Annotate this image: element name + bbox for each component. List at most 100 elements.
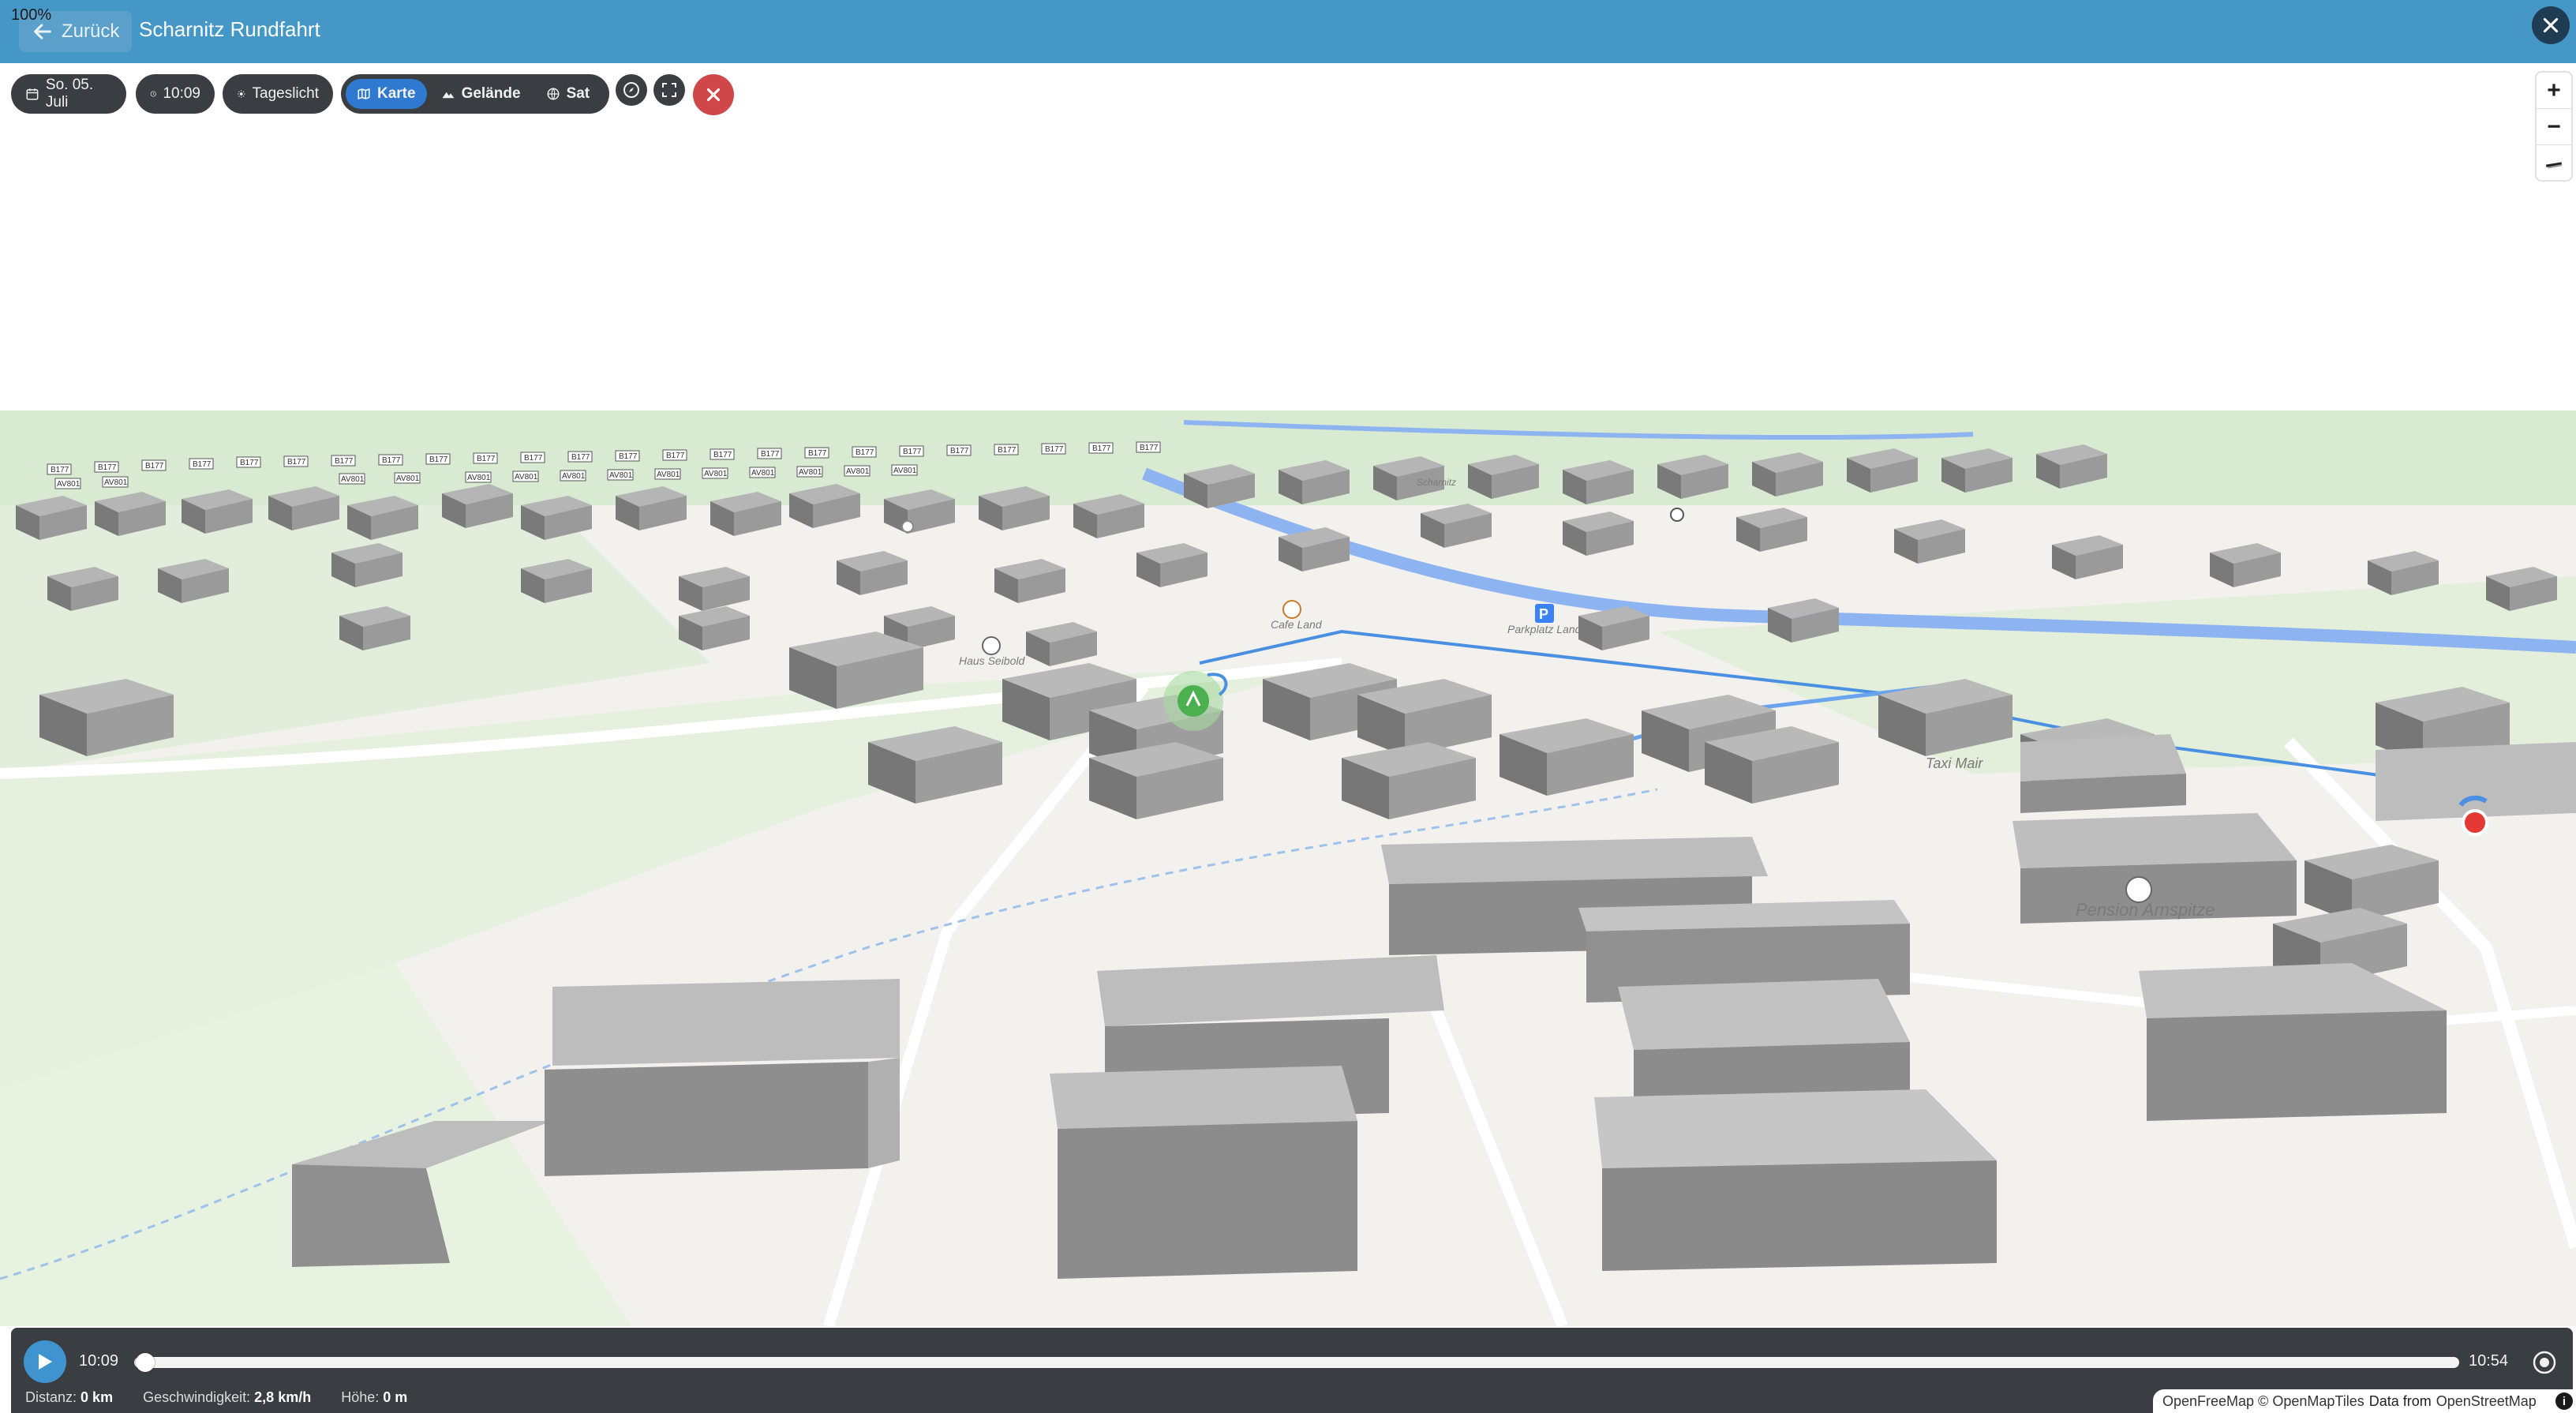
globe-icon <box>547 88 560 100</box>
stop-button[interactable] <box>693 74 734 115</box>
map-attribution: OpenFreeMap © OpenMapTiles Data from Ope… <box>2153 1389 2576 1413</box>
close-button[interactable] <box>2532 6 2570 44</box>
lighting-toggle[interactable]: Tageslicht <box>223 74 333 114</box>
svg-text:B177: B177 <box>1045 445 1064 454</box>
pitch-reset-button[interactable] <box>2537 145 2571 180</box>
svg-text:B177: B177 <box>335 457 354 466</box>
svg-text:B177: B177 <box>666 452 685 460</box>
svg-text:B177: B177 <box>903 448 922 456</box>
svg-text:B177: B177 <box>193 460 212 469</box>
svg-text:AV801: AV801 <box>893 467 917 475</box>
svg-text:B177: B177 <box>429 455 448 464</box>
svg-text:AV801: AV801 <box>396 474 420 483</box>
svg-text:B177: B177 <box>240 459 259 467</box>
date-label: So. 05. Juli <box>45 77 94 111</box>
close-icon <box>706 88 721 102</box>
svg-text:B177: B177 <box>524 454 543 463</box>
svg-text:B177: B177 <box>145 462 164 470</box>
svg-text:Haus Seibold: Haus Seibold <box>959 654 1025 667</box>
fullscreen-button[interactable] <box>653 74 685 106</box>
back-button-label: Zurück <box>62 21 120 42</box>
svg-text:B177: B177 <box>619 452 638 461</box>
attribution-data-from: Data from <box>2368 1392 2432 1409</box>
svg-text:B177: B177 <box>998 446 1017 455</box>
distance-value: 0 km <box>80 1389 114 1405</box>
svg-text:Cafe Land: Cafe Land <box>1271 618 1323 631</box>
close-icon <box>2543 17 2559 33</box>
svg-text:AV801: AV801 <box>467 474 491 482</box>
map-icon <box>358 88 370 100</box>
height-stat: Höhe: 0 m <box>341 1389 407 1406</box>
play-icon <box>39 1354 52 1370</box>
map-canvas[interactable]: B177 B177 B177 B177 B177 B177 B177 B177 … <box>0 63 2576 1326</box>
date-picker[interactable]: So. 05. Juli <box>11 74 126 114</box>
svg-text:AV801: AV801 <box>846 467 870 476</box>
svg-text:B177: B177 <box>51 466 69 474</box>
svg-text:AV801: AV801 <box>515 473 538 482</box>
attribution-openmaptiles-link[interactable]: OpenFreeMap © OpenMapTiles <box>2162 1393 2364 1410</box>
clock-icon <box>150 91 156 97</box>
layer-satellite-button[interactable]: Sat <box>535 79 601 109</box>
lighting-label: Tageslicht <box>252 85 320 102</box>
layer-map-label: Karte <box>377 85 416 102</box>
svg-text:B177: B177 <box>713 451 732 459</box>
layer-switcher: Karte Gelände Sat <box>341 74 609 114</box>
attribution-osm-link[interactable]: OpenStreetMap <box>2436 1393 2537 1410</box>
mountain-icon <box>442 92 455 99</box>
layer-terrain-label: Gelände <box>461 85 521 102</box>
svg-text:AV801: AV801 <box>57 480 80 489</box>
sun-icon <box>237 90 245 98</box>
calendar-icon <box>26 88 39 100</box>
page-title: Scharnitz Rundfahrt <box>139 17 320 41</box>
svg-text:B177: B177 <box>1140 444 1159 452</box>
distance-stat: Distanz: 0 km <box>25 1389 113 1406</box>
playback-slider-handle[interactable] <box>136 1353 155 1372</box>
svg-text:AV801: AV801 <box>341 475 365 484</box>
svg-text:B177: B177 <box>382 456 401 465</box>
height-value: 0 m <box>383 1389 408 1405</box>
svg-text:B177: B177 <box>477 455 496 463</box>
layer-terrain-button[interactable]: Gelände <box>430 79 532 109</box>
time-label: 10:09 <box>163 85 200 102</box>
zoom-in-button[interactable]: + <box>2537 73 2571 109</box>
app-header: Zurück Scharnitz Rundfahrt <box>0 0 2576 63</box>
svg-text:B177: B177 <box>1092 444 1111 453</box>
svg-text:B177: B177 <box>287 458 306 467</box>
playback-end-time: 10:54 <box>2469 1352 2509 1370</box>
compass-icon <box>623 82 639 98</box>
zoom-out-button[interactable]: − <box>2537 109 2571 145</box>
svg-text:Scharnitz: Scharnitz <box>1417 477 1456 488</box>
height-label: Höhe: <box>341 1389 380 1405</box>
playback-slider[interactable] <box>134 1353 2459 1372</box>
svg-text:P: P <box>1539 606 1548 622</box>
time-picker[interactable]: 10:09 <box>136 74 215 114</box>
layer-satellite-label: Sat <box>566 85 590 102</box>
svg-text:AV801: AV801 <box>799 468 822 477</box>
target-icon <box>2533 1351 2556 1374</box>
svg-text:Pension Arnspitze: Pension Arnspitze <box>2076 900 2215 920</box>
svg-text:Taxi Mair: Taxi Mair <box>1926 755 1983 771</box>
speed-stat: Geschwindigkeit: 2,8 km/h <box>143 1389 311 1406</box>
recenter-button[interactable] <box>2532 1350 2557 1375</box>
layer-map-button[interactable]: Karte <box>346 79 427 109</box>
svg-text:B177: B177 <box>856 448 874 457</box>
zoom-level-indicator: 100% <box>11 6 52 24</box>
svg-text:B177: B177 <box>950 447 969 455</box>
svg-text:AV801: AV801 <box>609 471 633 480</box>
svg-text:AV801: AV801 <box>751 469 775 478</box>
svg-text:B177: B177 <box>98 463 117 472</box>
fullscreen-icon <box>662 83 676 97</box>
speed-value: 2,8 km/h <box>254 1389 312 1405</box>
svg-text:AV801: AV801 <box>657 470 680 479</box>
play-button[interactable] <box>24 1340 66 1383</box>
playback-start-time: 10:09 <box>79 1352 119 1370</box>
compass-button[interactable] <box>616 74 647 106</box>
svg-text:B177: B177 <box>761 450 780 459</box>
speed-label: Geschwindigkeit: <box>143 1389 251 1405</box>
tilt-icon <box>2545 161 2563 168</box>
info-icon[interactable]: i <box>2555 1392 2573 1410</box>
distance-label: Distanz: <box>25 1389 77 1405</box>
map-zoom-control: + − <box>2537 73 2571 180</box>
tour-stats: Distanz: 0 km Geschwindigkeit: 2,8 km/h … <box>25 1389 407 1406</box>
map-3d-view[interactable]: B177 B177 B177 B177 B177 B177 B177 B177 … <box>0 63 2576 1326</box>
